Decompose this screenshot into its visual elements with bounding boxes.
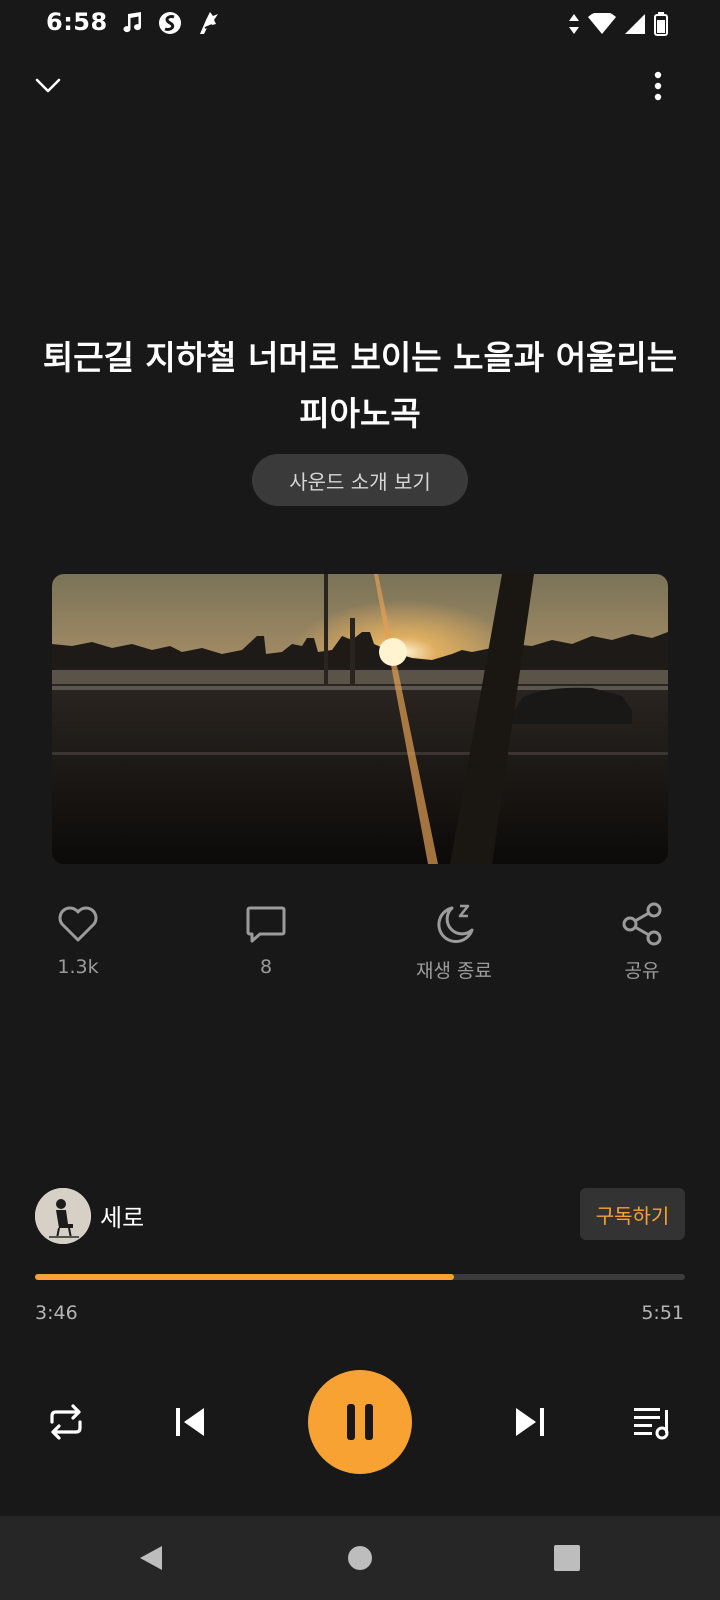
like-count: 1.3k <box>57 956 99 978</box>
repeat-icon <box>50 1404 82 1440</box>
signal-icon <box>625 14 645 34</box>
pause-button[interactable] <box>308 1370 412 1474</box>
wifi-icon <box>588 13 616 34</box>
app-bird-icon <box>200 12 218 34</box>
moon-zzz-icon <box>430 900 478 948</box>
nav-back-button[interactable] <box>127 1536 175 1580</box>
previous-icon <box>176 1408 204 1436</box>
collapse-button[interactable] <box>30 68 66 104</box>
system-nav-bar <box>0 1516 720 1600</box>
music-player-screen: 6:58 퇴근길 지하철 너머로 보이는 노을과 어울리는 피아노곡 사운드 소… <box>0 0 720 1600</box>
status-bar: 6:58 <box>0 0 720 48</box>
nav-recents-button[interactable] <box>543 1536 591 1580</box>
app-s-icon <box>159 12 181 34</box>
total-time: 5:51 <box>641 1302 684 1324</box>
track-actions: 1.3k 8 재생 종료 공유 <box>0 900 720 990</box>
next-icon <box>516 1408 544 1436</box>
sleep-timer-label: 재생 종료 <box>416 960 492 982</box>
battery-icon <box>654 12 668 36</box>
queue-button[interactable] <box>628 1398 676 1446</box>
artist-name[interactable]: 세로 <box>100 1198 144 1233</box>
progress-bar[interactable] <box>35 1274 685 1280</box>
status-time: 6:58 <box>46 8 108 36</box>
queue-icon <box>634 1408 669 1440</box>
progress-fill <box>35 1274 454 1280</box>
share-icon <box>618 900 666 948</box>
track-artwork <box>52 574 668 864</box>
pause-icon <box>347 1404 373 1440</box>
sleep-timer-action[interactable]: 재생 종료 <box>384 900 524 983</box>
comment-action[interactable]: 8 <box>196 900 336 978</box>
like-action[interactable]: 1.3k <box>8 900 148 978</box>
track-title: 퇴근길 지하철 너머로 보이는 노을과 어울리는 피아노곡 <box>42 338 678 433</box>
nav-home-button[interactable] <box>336 1536 384 1580</box>
back-icon <box>140 1546 162 1570</box>
next-button[interactable] <box>506 1398 554 1446</box>
more-options-button[interactable] <box>640 66 676 106</box>
sound-intro-button[interactable]: 사운드 소개 보기 <box>252 454 468 506</box>
chevron-down-icon <box>35 78 61 93</box>
comment-count: 8 <box>259 956 273 978</box>
previous-button[interactable] <box>166 1398 214 1446</box>
share-action[interactable]: 공유 <box>572 900 712 983</box>
heart-icon <box>54 900 102 948</box>
artist-avatar-image <box>35 1188 91 1244</box>
data-arrows-icon <box>569 14 579 34</box>
artist-avatar[interactable] <box>35 1188 91 1244</box>
sunset-cityscape-image <box>52 574 668 864</box>
repeat-button[interactable] <box>42 1398 90 1446</box>
more-vertical-icon <box>654 71 662 101</box>
subscribe-button[interactable]: 구독하기 <box>580 1188 685 1240</box>
comment-icon <box>242 900 290 948</box>
recents-icon <box>554 1545 580 1571</box>
music-note-icon <box>123 12 142 33</box>
share-label: 공유 <box>624 960 660 982</box>
elapsed-time: 3:46 <box>35 1302 78 1324</box>
home-icon <box>348 1546 372 1570</box>
